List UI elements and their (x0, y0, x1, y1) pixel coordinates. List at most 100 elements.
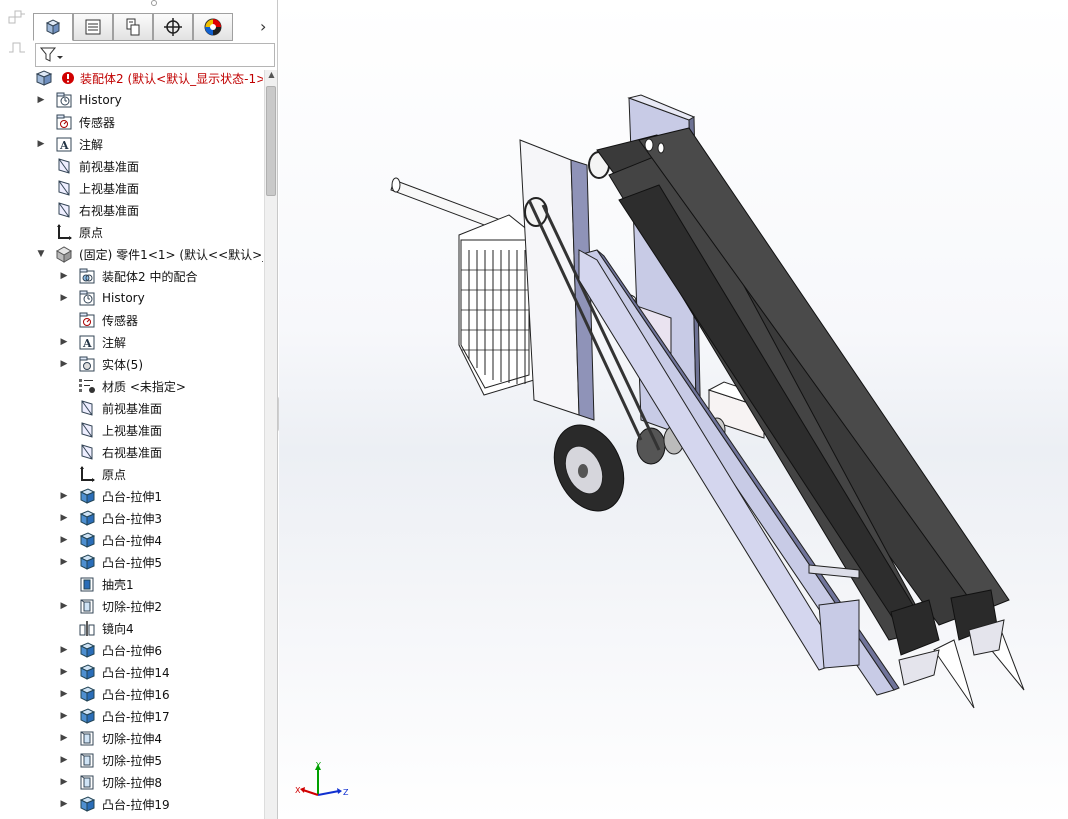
tree-item[interactable]: ▶ 凸台-拉伸17 (33, 705, 263, 727)
tree-item[interactable]: ▶ 凸台-拉伸3 (33, 507, 263, 529)
tree-item[interactable]: 前视基准面 (33, 155, 263, 177)
tree-item[interactable]: ▶ 凸台-拉伸16 (33, 683, 263, 705)
tree-item[interactable]: ▶ 切除-拉伸8 (33, 771, 263, 793)
tree-item[interactable]: ▶ 凸台-拉伸1 (33, 485, 263, 507)
expand-arrow-icon[interactable]: ▶ (59, 535, 69, 545)
expand-arrow-icon[interactable]: ▶ (59, 337, 69, 347)
tree-item-label: 抽壳1 (102, 577, 134, 592)
cutter-heads (890, 589, 1025, 709)
scroll-up-icon[interactable]: ▲ (265, 70, 278, 83)
tree-item[interactable]: ▼ (固定) 零件1<1> (默认<<默认>_显 (33, 243, 263, 265)
tree-item[interactable]: 上视基准面 (33, 419, 263, 441)
plane-icon (55, 179, 73, 197)
tab-display-manager[interactable] (193, 13, 233, 41)
tree-item-label: 材质 <未指定> (102, 379, 186, 394)
boss-extrude-icon (78, 553, 96, 571)
svg-text:A: A (82, 337, 92, 350)
tree-item[interactable]: 原点 (33, 221, 263, 243)
expand-arrow-icon[interactable]: ▶ (36, 139, 46, 149)
sketch-tool-icon[interactable] (8, 40, 26, 54)
tree-item-label: 实体(5) (102, 357, 143, 372)
boss-extrude-icon (78, 685, 96, 703)
assembly-tool-icon[interactable] (8, 10, 26, 24)
view-triad[interactable]: Y Z X (293, 760, 353, 810)
tree-item[interactable]: ▶ 凸台-拉伸14 (33, 661, 263, 683)
tree-item[interactable]: ▶ 切除-拉伸4 (33, 727, 263, 749)
tab-dimxpert-manager[interactable] (153, 13, 193, 41)
tree-item-label: 切除-拉伸5 (102, 753, 162, 768)
tree-item[interactable]: ▶ 切除-拉伸2 (33, 595, 263, 617)
panel-grip[interactable] (151, 0, 157, 6)
expand-arrow-icon[interactable]: ▶ (59, 557, 69, 567)
tree-item-label: 前视基准面 (79, 159, 140, 174)
expand-arrow-icon[interactable]: ▶ (59, 733, 69, 743)
annotation-icon: A (55, 135, 73, 153)
tree-item-label: 凸台-拉伸1 (102, 489, 162, 504)
expand-arrow-icon[interactable]: ▶ (59, 799, 69, 809)
tree-item-label: 前视基准面 (102, 401, 163, 416)
expand-arrow-icon[interactable]: ▶ (59, 271, 69, 281)
tab-configuration-manager[interactable] (113, 13, 153, 41)
expand-arrow-icon[interactable]: ▶ (59, 777, 69, 787)
plane-icon (55, 201, 73, 219)
tree-item[interactable]: 上视基准面 (33, 177, 263, 199)
tab-property-manager[interactable] (73, 13, 113, 41)
tree-item[interactable]: ▶ 切除-拉伸5 (33, 749, 263, 771)
tab-feature-manager[interactable] (33, 13, 73, 41)
tree-item[interactable]: 材质 <未指定> (33, 375, 263, 397)
expand-arrow-icon[interactable]: ▶ (59, 711, 69, 721)
crosshair-icon (164, 18, 182, 36)
expand-arrow-icon[interactable]: ▶ (59, 645, 69, 655)
tree-item-label: 凸台-拉伸17 (102, 709, 170, 724)
tree-item[interactable]: ▶ 凸台-拉伸4 (33, 529, 263, 551)
tree-item[interactable]: ▶ 实体(5) (33, 353, 263, 375)
scroll-thumb[interactable] (266, 86, 276, 196)
tree-root[interactable]: 装配体2 (默认<默认_显示状态-1> (33, 67, 263, 89)
tree-item[interactable]: ▶ History (33, 287, 263, 309)
tree-item[interactable]: 抽壳1 (33, 573, 263, 595)
collapse-arrow-icon[interactable]: ▼ (36, 249, 46, 259)
sensor-icon (78, 311, 96, 329)
expand-arrow-icon[interactable]: ▶ (59, 755, 69, 765)
expand-arrow-icon[interactable]: ▶ (59, 601, 69, 611)
tree-item[interactable]: ▶ 凸台-拉伸6 (33, 639, 263, 661)
harvester-model[interactable] (279, 0, 1068, 819)
tree-item[interactable]: ▶ 装配体2 中的配合 (33, 265, 263, 287)
triad-z-label: Z (343, 788, 349, 797)
expand-arrow-icon[interactable]: ▶ (59, 293, 69, 303)
mates-icon (78, 267, 96, 285)
assembly-icon (35, 69, 53, 87)
graphics-viewport[interactable]: Y Z X (279, 0, 1068, 819)
expand-arrow-icon[interactable]: ▶ (59, 689, 69, 699)
tree-scrollbar[interactable]: ▲ (264, 70, 277, 819)
history-icon (55, 91, 73, 109)
expand-arrow-icon[interactable]: ▶ (36, 95, 46, 105)
expand-arrow-icon[interactable]: ▶ (59, 667, 69, 677)
tree-item[interactable]: ▶ 凸台-拉伸19 (33, 793, 263, 815)
tree-filter-box[interactable] (35, 43, 275, 67)
tab-scroll-right-icon[interactable]: › (260, 17, 266, 36)
expand-arrow-icon[interactable]: ▶ (59, 513, 69, 523)
tree-item-label: 凸台-拉伸5 (102, 555, 162, 570)
tree-item[interactable]: 右视基准面 (33, 441, 263, 463)
tree-item[interactable]: 前视基准面 (33, 397, 263, 419)
tree-item[interactable]: ▶ A 注解 (33, 331, 263, 353)
tree-item-label: 凸台-拉伸6 (102, 643, 162, 658)
boss-extrude-icon (78, 707, 96, 725)
tree-item[interactable]: 传感器 (33, 111, 263, 133)
expand-arrow-icon[interactable]: ▶ (59, 359, 69, 369)
tree-item[interactable]: ▶ History (33, 89, 263, 111)
tree-item[interactable]: ▶ 凸台-拉伸5 (33, 551, 263, 573)
tree-item[interactable]: ▶ A 注解 (33, 133, 263, 155)
expand-arrow-icon[interactable]: ▶ (59, 491, 69, 501)
tree-item-label: 传感器 (79, 115, 116, 130)
annotation-icon: A (78, 333, 96, 351)
tree-item[interactable]: 原点 (33, 463, 263, 485)
tree-item-label: History (102, 291, 145, 305)
tree-item[interactable]: 传感器 (33, 309, 263, 331)
tree-item[interactable]: 镜向4 (33, 617, 263, 639)
plane-icon (78, 399, 96, 417)
tree-item-label: (固定) 零件1<1> (默认<<默认>_显 (79, 247, 263, 262)
tree-item[interactable]: 右视基准面 (33, 199, 263, 221)
svg-text:A: A (59, 139, 69, 152)
